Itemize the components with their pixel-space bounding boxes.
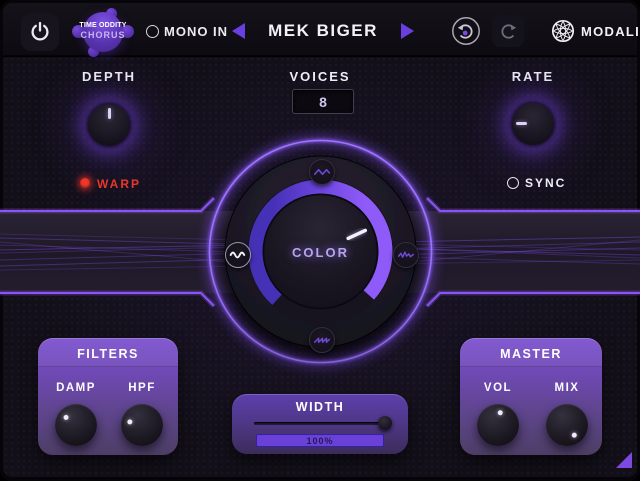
modalics-brand-text: MODALICS (581, 24, 640, 39)
width-slider-thumb[interactable] (378, 416, 392, 430)
depth-knob[interactable] (88, 104, 130, 146)
sync-toggle[interactable]: SYNC (525, 176, 566, 190)
modalics-logo-icon (550, 18, 576, 44)
power-icon (28, 20, 52, 44)
sine-wave-icon (229, 249, 247, 261)
damp-knob[interactable] (55, 404, 97, 446)
damp-knob-pointer (62, 414, 69, 421)
noise-wave-icon (397, 249, 415, 261)
hpf-knob[interactable] (121, 404, 163, 446)
top-bar: TIME ODDITY CHORUS MONO IN MEK BIGER (3, 3, 637, 56)
plugin-window: COLOR DEPTH WARP VOIC (0, 0, 640, 481)
voices-value-box[interactable]: 8 (292, 89, 354, 114)
hpf-knob-pointer (127, 419, 133, 425)
damp-label: DAMP (46, 382, 106, 394)
saw-wave-icon (313, 334, 331, 346)
mono-in-radio-icon[interactable] (146, 25, 159, 38)
preset-next-button[interactable] (401, 23, 414, 39)
mix-label: MIX (537, 382, 597, 394)
voices-label: VOICES (280, 69, 360, 84)
vol-knob-pointer (497, 410, 503, 416)
undo-button[interactable] (450, 15, 482, 47)
power-button[interactable] (21, 13, 59, 51)
rate-label: RATE (493, 69, 573, 84)
waveform-noise-button[interactable] (393, 242, 419, 268)
warp-toggle[interactable]: WARP (97, 177, 141, 191)
width-panel: WIDTH 100% (232, 394, 408, 454)
hpf-label: HPF (112, 382, 172, 394)
waveform-saw-button[interactable] (309, 327, 335, 353)
triangle-wave-icon (313, 166, 331, 178)
sync-radio-icon[interactable] (507, 177, 519, 189)
master-title: MASTER (460, 347, 602, 361)
modalics-brand: MODALICS (550, 18, 640, 44)
mono-in-toggle[interactable]: MONO IN (164, 24, 228, 39)
logo-line2: CHORUS (71, 30, 135, 40)
mix-knob[interactable] (546, 404, 588, 446)
vol-knob[interactable] (477, 404, 519, 446)
preset-prev-button[interactable] (232, 23, 245, 39)
redo-button[interactable] (492, 15, 524, 47)
resize-handle[interactable] (616, 452, 632, 468)
waveform-sine-button[interactable] (225, 242, 251, 268)
vol-label: VOL (468, 382, 528, 394)
rate-knob[interactable] (512, 103, 554, 145)
filters-panel: FILTERS DAMP HPF (38, 338, 178, 455)
logo-line1: TIME ODDITY (71, 22, 135, 29)
rate-knob-pointer (516, 123, 527, 126)
color-knob-label[interactable]: COLOR (270, 245, 371, 260)
window-body: COLOR DEPTH WARP VOIC (0, 0, 640, 481)
time-oddity-logo: TIME ODDITY CHORUS (71, 9, 135, 56)
depth-label: DEPTH (69, 69, 149, 84)
master-panel: MASTER VOL MIX (460, 338, 602, 455)
width-slider-track[interactable] (254, 422, 388, 425)
waveform-triangle-button[interactable] (309, 159, 335, 185)
mix-knob-pointer (571, 431, 578, 438)
undo-icon (450, 15, 482, 47)
redo-icon (492, 15, 524, 47)
width-value-badge[interactable]: 100% (256, 434, 384, 447)
filters-title: FILTERS (38, 347, 178, 361)
width-title: WIDTH (232, 400, 408, 414)
preset-name[interactable]: MEK BIGER (255, 21, 391, 41)
depth-knob-pointer (108, 108, 111, 119)
warp-led-icon[interactable] (80, 178, 90, 188)
